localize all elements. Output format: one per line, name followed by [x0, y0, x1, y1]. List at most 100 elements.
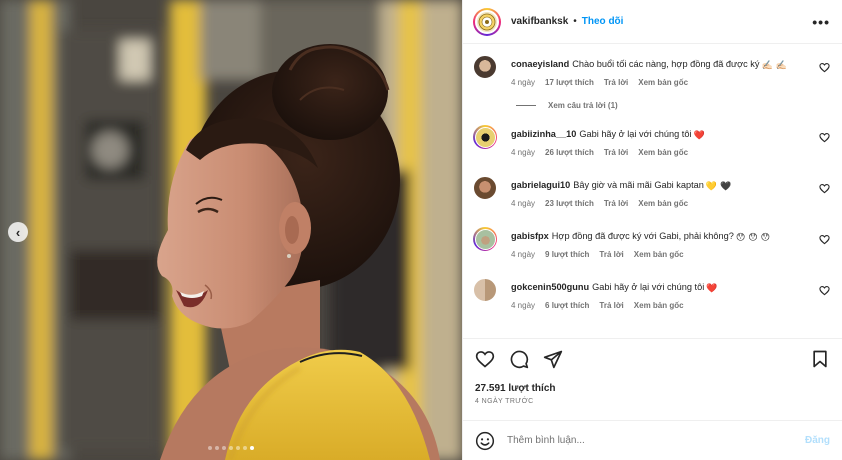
comment-username[interactable]: conaeyisland: [511, 59, 569, 69]
comment-meta: 4 ngày 6 lượt thích Trả lời Xem bản gốc: [511, 301, 812, 310]
emoji: 😯: [760, 233, 770, 243]
bookmark-icon[interactable]: [810, 349, 830, 369]
comment-message: Gabi hãy ở lại với chúng tôi: [579, 129, 692, 139]
post-username[interactable]: vakifbanksk: [511, 16, 568, 27]
avatar[interactable]: [473, 278, 497, 302]
carousel-dot: [208, 446, 212, 450]
like-count[interactable]: 27.591 lượt thích: [475, 383, 830, 394]
comment-item: gabrielagui10 Bây giờ và mãi mãi Gabi kap…: [473, 176, 830, 208]
avatar-image: [474, 228, 496, 250]
avatar[interactable]: [473, 55, 497, 79]
comment-username[interactable]: gabrielagui10: [511, 180, 570, 190]
comment-text: gokcenin500gunu Gabi hãy ở lại với chúng …: [511, 281, 812, 294]
emoji: 🖤: [720, 182, 732, 192]
post-header: vakifbanksk • Theo dõi •••: [463, 0, 842, 44]
comment-message: Hợp đồng đã được ký với Gabi, phải không…: [551, 231, 734, 241]
like-comment-icon[interactable]: [819, 132, 830, 143]
comment-username[interactable]: gabiizinha__10: [511, 129, 576, 139]
previous-slide-button[interactable]: ‹: [8, 222, 28, 242]
carousel-dot: [250, 446, 254, 450]
comment-time: 4 ngày: [511, 199, 536, 208]
comment-likes[interactable]: 23 lượt thích: [545, 199, 594, 208]
see-original-button[interactable]: Xem bản gốc: [638, 199, 688, 208]
post-comment-button[interactable]: Đăng: [805, 435, 830, 446]
emoji-icon[interactable]: [475, 431, 495, 451]
follow-button[interactable]: Theo dõi: [582, 16, 624, 27]
reply-button[interactable]: Trả lời: [604, 78, 628, 87]
emoji: ❤️: [693, 131, 705, 141]
emoji: ✍🏻: [775, 61, 787, 71]
comments-list[interactable]: conaeyisland Chào buổi tối các nàng, hợp …: [463, 44, 842, 338]
comment-text: conaeyisland Chào buổi tối các nàng, hợp …: [511, 58, 812, 71]
like-comment-icon[interactable]: [819, 183, 830, 194]
action-bar: [475, 349, 830, 369]
post-media[interactable]: ‹: [0, 0, 462, 460]
carousel-dot: [243, 446, 247, 450]
carousel-dot: [215, 446, 219, 450]
comment-meta: 4 ngày 17 lượt thích Trả lời Xem bản gốc: [511, 78, 812, 87]
instagram-post: ‹ vakifbanksk • Theo dõi ••• conaeyislan…: [0, 0, 842, 460]
see-original-button[interactable]: Xem bản gốc: [634, 250, 684, 259]
avatar-image: [473, 55, 497, 79]
carousel-dot: [236, 446, 240, 450]
emoji: ❤️: [706, 284, 718, 294]
reply-button[interactable]: Trả lời: [599, 301, 623, 310]
comment-item: gabiizinha__10 Gabi hãy ở lại với chúng t…: [473, 125, 830, 157]
comment-likes[interactable]: 17 lượt thích: [545, 78, 594, 87]
see-original-button[interactable]: Xem bản gốc: [638, 148, 688, 157]
avatar-image: [473, 278, 497, 302]
emoji: 😯: [748, 233, 758, 243]
comment-message: Gabi hãy ở lại với chúng tôi: [592, 282, 705, 292]
avatar[interactable]: [473, 176, 497, 200]
chevron-left-icon: ‹: [15, 224, 21, 240]
like-comment-icon[interactable]: [819, 234, 830, 245]
comment-time: 4 ngày: [511, 250, 536, 259]
comment-likes[interactable]: 6 lượt thích: [545, 301, 589, 310]
avatar-image: [474, 126, 496, 148]
comment-body: conaeyisland Chào buổi tối các nàng, hợp …: [511, 58, 830, 87]
comment-composer: Đăng: [463, 420, 842, 460]
see-original-button[interactable]: Xem bản gốc: [634, 301, 684, 310]
carousel-dot: [222, 446, 226, 450]
comment-time: 4 ngày: [511, 148, 536, 157]
share-icon[interactable]: [543, 349, 563, 369]
comment-item: conaeyisland Chào buổi tối các nàng, hợp …: [473, 55, 830, 87]
separator-dot: •: [573, 16, 577, 27]
comment-username[interactable]: gokcenin500gunu: [511, 282, 589, 292]
emoji: 💛: [705, 182, 718, 192]
avatar[interactable]: [473, 7, 501, 36]
comment-text: gabrielagui10 Bây giờ và mãi mãi Gabi kap…: [511, 179, 812, 192]
comment-likes[interactable]: 9 lượt thích: [545, 250, 589, 259]
post-date: 4 NGÀY TRƯỚC: [475, 398, 534, 405]
like-icon[interactable]: [475, 349, 495, 369]
comment-time: 4 ngày: [511, 78, 536, 87]
comment-input[interactable]: [507, 435, 805, 446]
vakifbank-logo-icon: [475, 9, 499, 34]
avatar-image: [473, 176, 497, 200]
like-comment-icon[interactable]: [819, 62, 830, 73]
comment-item: gabisfpx Hợp đồng đã được ký với Gabi, ph…: [473, 227, 830, 259]
reply-button[interactable]: Trả lời: [604, 199, 628, 208]
reply-button[interactable]: Trả lời: [599, 250, 623, 259]
comment-meta: 4 ngày 9 lượt thích Trả lời Xem bản gốc: [511, 250, 812, 259]
comment-message: Bây giờ và mãi mãi Gabi kaptan: [573, 180, 704, 190]
comment-username[interactable]: gabisfpx: [511, 231, 549, 241]
like-comment-icon[interactable]: [819, 285, 830, 296]
comment-meta: 4 ngày 26 lượt thích Trả lời Xem bản gốc: [511, 148, 812, 157]
avatar[interactable]: [473, 227, 497, 251]
comment-body: gokcenin500gunu Gabi hãy ở lại với chúng …: [511, 281, 830, 310]
avatar[interactable]: [473, 125, 497, 149]
see-original-button[interactable]: Xem bản gốc: [638, 78, 688, 87]
comment-likes[interactable]: 26 lượt thích: [545, 148, 594, 157]
emoji: 😯: [735, 233, 746, 243]
replies-divider: [516, 105, 536, 106]
comment-message: Chào buổi tối các nàng, hợp đồng đã được…: [572, 59, 760, 69]
post-photo: [0, 0, 462, 460]
comment-body: gabrielagui10 Bây giờ và mãi mãi Gabi kap…: [511, 179, 830, 208]
post-actions: 27.591 lượt thích 4 NGÀY TRƯỚC: [463, 338, 842, 420]
comment-time: 4 ngày: [511, 301, 536, 310]
more-options-icon[interactable]: •••: [812, 15, 830, 29]
comment-icon[interactable]: [509, 349, 529, 369]
reply-button[interactable]: Trả lời: [604, 148, 628, 157]
view-replies-button[interactable]: Xem câu trả lời (1): [516, 101, 830, 110]
